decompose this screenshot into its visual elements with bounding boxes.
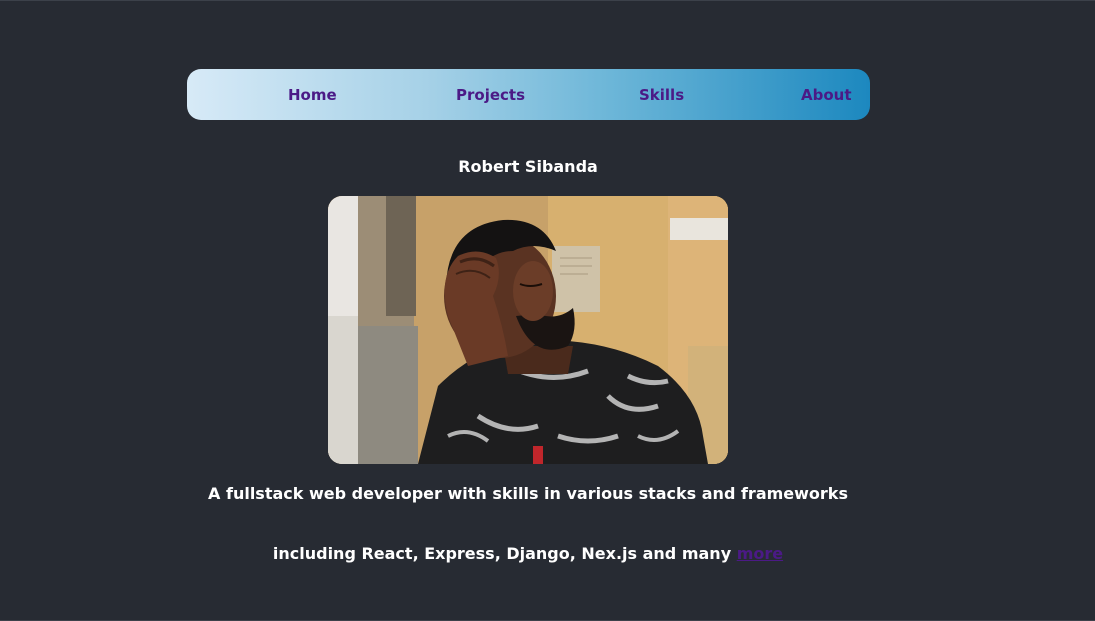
nav-link-skills[interactable]: Skills	[639, 86, 684, 104]
nav-link-projects[interactable]: Projects	[456, 86, 525, 104]
nav-link-about[interactable]: About	[801, 86, 852, 104]
profile-name: Robert Sibanda	[458, 157, 598, 176]
more-link[interactable]: more	[737, 544, 783, 563]
nav-link-home[interactable]: Home	[288, 86, 337, 104]
intro-text-line-2: including React, Express, Django, Nex.js…	[0, 543, 1056, 565]
intro-text-line-1: A fullstack web developer with skills in…	[208, 484, 848, 503]
profile-photo	[328, 196, 728, 464]
page: Home Projects Skills About Robert Siband…	[0, 0, 1095, 621]
intro-text-line-2-body: including React, Express, Django, Nex.js…	[272, 544, 732, 563]
navbar: Home Projects Skills About	[187, 69, 870, 120]
